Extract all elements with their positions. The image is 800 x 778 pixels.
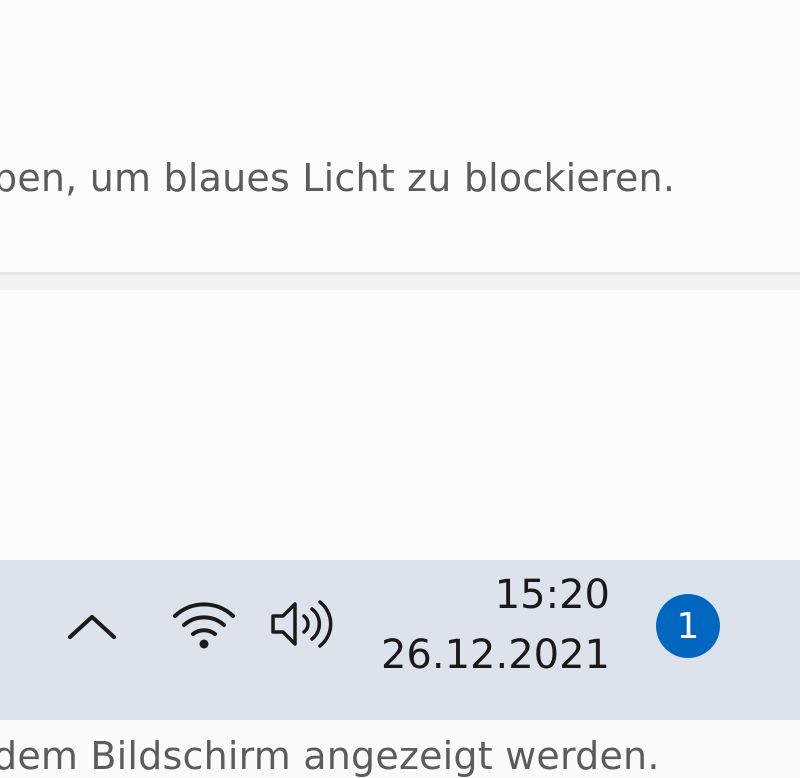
notification-badge[interactable]: 1 <box>656 594 720 658</box>
clock-time: 15:20 <box>494 572 610 618</box>
night-light-description: ben, um blaues Licht zu blockieren. <box>0 156 676 200</box>
section-divider <box>0 272 800 290</box>
notification-count: 1 <box>676 605 700 647</box>
settings-window: ben, um blaues Licht zu blockieren. dem … <box>0 0 800 778</box>
display-setting-card[interactable]: dem Bildschirm angezeigt werden. <box>0 290 800 778</box>
clock-button[interactable]: 15:20 26.12.2021 <box>380 568 616 688</box>
chevron-up-icon <box>68 615 116 639</box>
night-light-setting-card[interactable]: ben, um blaues Licht zu blockieren. <box>0 0 800 272</box>
clock-date: 26.12.2021 <box>380 632 610 678</box>
display-setting-description: dem Bildschirm angezeigt werden. <box>0 734 660 778</box>
show-hidden-icons-button[interactable] <box>60 596 124 656</box>
volume-button[interactable] <box>262 592 342 656</box>
network-button[interactable] <box>166 594 242 654</box>
speaker-icon <box>271 600 333 648</box>
wifi-icon <box>173 602 235 649</box>
